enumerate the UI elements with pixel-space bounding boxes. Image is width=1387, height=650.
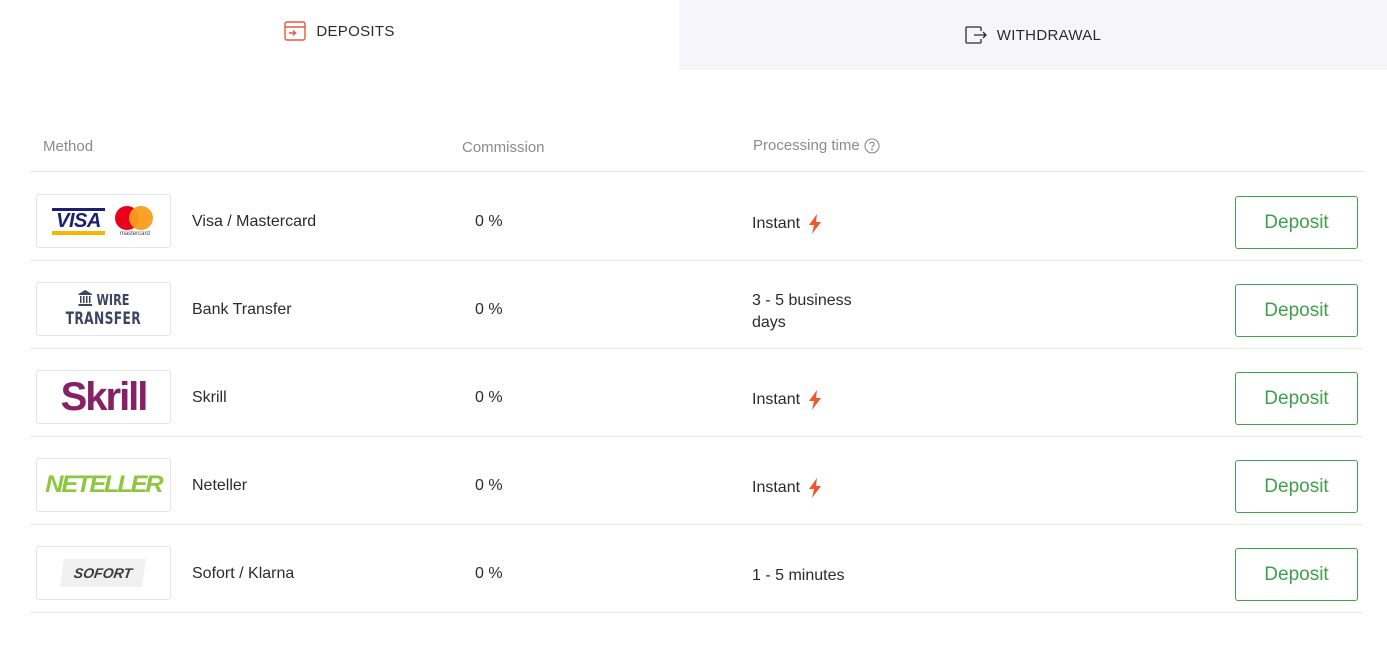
deposit-icon: [284, 21, 307, 41]
method-name: Visa / Mastercard: [192, 213, 317, 230]
table-row: SOFORT Sofort / Klarna 0 % 1 - 5 minutes…: [30, 525, 1363, 613]
processing-time: Instant: [752, 213, 822, 235]
neteller-logo-text: NETELLER: [45, 471, 163, 498]
tab-deposits-label: DEPOSITS: [316, 22, 395, 40]
commission-value: 0 %: [475, 213, 503, 230]
processing-time: 3 - 5 business days: [752, 292, 852, 331]
table-row: VISA mastercard Visa / Mastercard 0 % In…: [30, 173, 1363, 261]
tab-deposits[interactable]: DEPOSITS: [0, 0, 679, 62]
deposit-button[interactable]: Deposit: [1235, 548, 1358, 601]
table-row: WIRE TRANSFER Bank Transfer 0 % 3 - 5 bu…: [30, 261, 1363, 349]
method-name: Bank Transfer: [192, 301, 292, 318]
visa-logo-text: VISA: [52, 207, 105, 235]
deposit-button[interactable]: Deposit: [1235, 284, 1358, 337]
skrill-logo: Skrill: [36, 370, 171, 424]
method-name: Sofort / Klarna: [192, 565, 295, 582]
commission-value: 0 %: [475, 565, 503, 582]
wire-transfer-logo: WIRE TRANSFER: [36, 282, 171, 336]
tab-withdrawal-label: WITHDRAWAL: [996, 26, 1102, 44]
processing-time-text: Instant: [752, 215, 801, 232]
bank-icon: [78, 290, 92, 310]
deposit-button[interactable]: Deposit: [1235, 196, 1358, 249]
question-circle-icon[interactable]: [864, 137, 880, 154]
header-commission: Commission: [462, 139, 545, 156]
method-name: Neteller: [192, 477, 248, 494]
header-processing-label: Processing time: [753, 137, 860, 154]
commission-value: 0 %: [475, 477, 503, 494]
deposit-button[interactable]: Deposit: [1235, 460, 1358, 513]
sofort-logo: SOFORT: [36, 546, 171, 600]
processing-time: Instant: [752, 477, 822, 499]
header-processing-time: Processing time: [753, 137, 880, 154]
lightning-bolt-icon: [808, 390, 822, 410]
mastercard-circles-icon: [114, 205, 155, 230]
tab-withdrawal[interactable]: WITHDRAWAL: [679, 0, 1387, 70]
sofort-logo-text: SOFORT: [60, 559, 147, 587]
method-name: Skrill: [192, 389, 227, 406]
wire-logo-line2: TRANSFER: [65, 309, 142, 329]
commission-value: 0 %: [475, 301, 503, 318]
skrill-logo-text: Skrill: [60, 375, 149, 419]
commission-value: 0 %: [475, 389, 503, 406]
table-row: Skrill Skrill 0 % Instant Deposit: [30, 349, 1363, 437]
processing-time-text: 1 - 5 minutes: [752, 567, 845, 584]
deposit-button[interactable]: Deposit: [1235, 372, 1358, 425]
withdrawal-icon: [965, 26, 987, 44]
mastercard-logo-text: mastercard: [119, 230, 150, 237]
payment-tabs: DEPOSITS WITHDRAWAL: [0, 0, 1387, 70]
processing-time-text: Instant: [752, 391, 801, 408]
lightning-bolt-icon: [808, 478, 822, 498]
header-method: Method: [43, 138, 94, 155]
table-header: Method Commission Processing time: [30, 126, 1363, 172]
processing-time: Instant: [752, 389, 822, 411]
neteller-logo: NETELLER: [36, 458, 171, 512]
processing-time-text: Instant: [752, 479, 801, 496]
lightning-bolt-icon: [808, 214, 822, 234]
wire-logo-line1: WIRE: [96, 291, 129, 309]
table-row: NETELLER Neteller 0 % Instant Deposit: [30, 437, 1363, 525]
visa-mastercard-logo: VISA mastercard: [36, 194, 171, 248]
processing-time: 1 - 5 minutes: [752, 565, 844, 587]
